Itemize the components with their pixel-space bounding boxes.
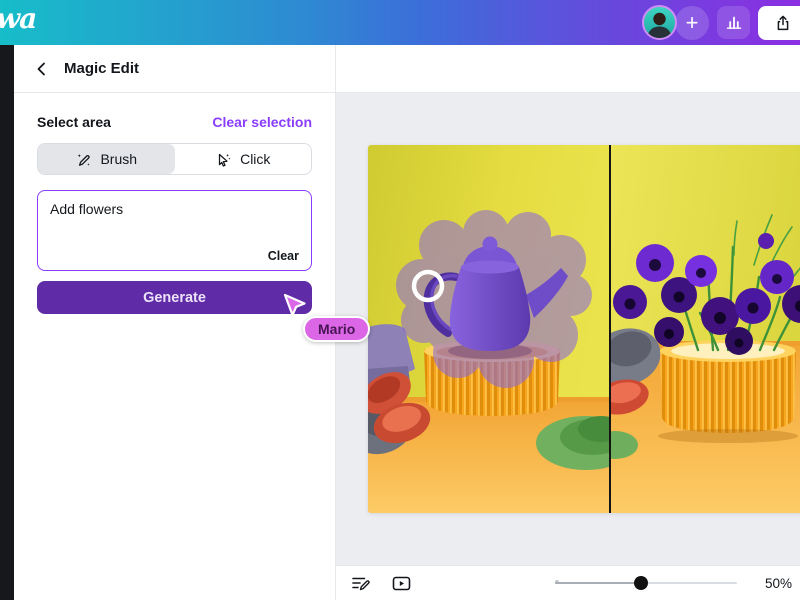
add-member-button[interactable]: + xyxy=(675,6,709,40)
zoom-level-label: 50% xyxy=(765,576,792,591)
zoom-slider-thumb[interactable] xyxy=(634,576,648,590)
present-icon xyxy=(391,574,412,593)
notes-button[interactable] xyxy=(349,572,373,595)
click-tool-button[interactable]: Click xyxy=(175,144,312,174)
back-button[interactable] xyxy=(32,59,52,79)
bottom-bar: 50% xyxy=(336,565,800,600)
panel-title: Magic Edit xyxy=(64,60,139,77)
click-cursor-icon xyxy=(215,151,232,168)
generate-button[interactable]: Generate xyxy=(37,281,312,314)
share-button[interactable]: Share xyxy=(758,6,800,40)
app-window: wa + xyxy=(0,0,800,600)
prompt-clear-button[interactable]: Clear xyxy=(268,249,299,263)
selection-tool-toggle: Brush Click xyxy=(37,143,312,175)
back-chevron-icon xyxy=(34,61,50,77)
before-after-image xyxy=(368,145,800,513)
collapsed-side-rail[interactable] xyxy=(0,45,14,600)
brush-tool-label: Brush xyxy=(100,151,137,167)
editor-main: 50% xyxy=(336,45,800,600)
panel-header: Magic Edit xyxy=(14,45,335,93)
zoom-slider[interactable] xyxy=(555,576,737,590)
avatar-photo xyxy=(644,7,675,38)
click-tool-label: Click xyxy=(240,151,270,167)
magic-edit-panel: Magic Edit Select area Clear selection B… xyxy=(14,45,336,600)
prompt-text: Add flowers xyxy=(50,201,123,217)
top-bar: wa + xyxy=(0,0,800,45)
design-canvas[interactable] xyxy=(336,93,800,565)
clear-selection-button[interactable]: Clear selection xyxy=(212,114,312,130)
magic-edit-artboard[interactable] xyxy=(368,145,800,513)
analytics-icon xyxy=(724,13,744,33)
toolbar-strip xyxy=(336,45,800,93)
plus-icon: + xyxy=(686,10,699,36)
brush-icon xyxy=(75,151,92,168)
share-upload-icon xyxy=(774,14,792,32)
prompt-input[interactable]: Add flowers Clear xyxy=(37,190,312,271)
select-area-label: Select area xyxy=(37,114,111,130)
notes-icon xyxy=(351,574,371,593)
collaborator-name-badge: Mario xyxy=(303,316,370,342)
zoom-slider-fill xyxy=(555,582,641,584)
analytics-button[interactable] xyxy=(717,6,750,39)
canva-logo: wa xyxy=(0,2,36,35)
avatar[interactable] xyxy=(642,5,677,40)
present-button[interactable] xyxy=(389,572,414,595)
brush-tool-button[interactable]: Brush xyxy=(38,144,175,174)
topbar-actions: + Share xyxy=(642,5,800,40)
